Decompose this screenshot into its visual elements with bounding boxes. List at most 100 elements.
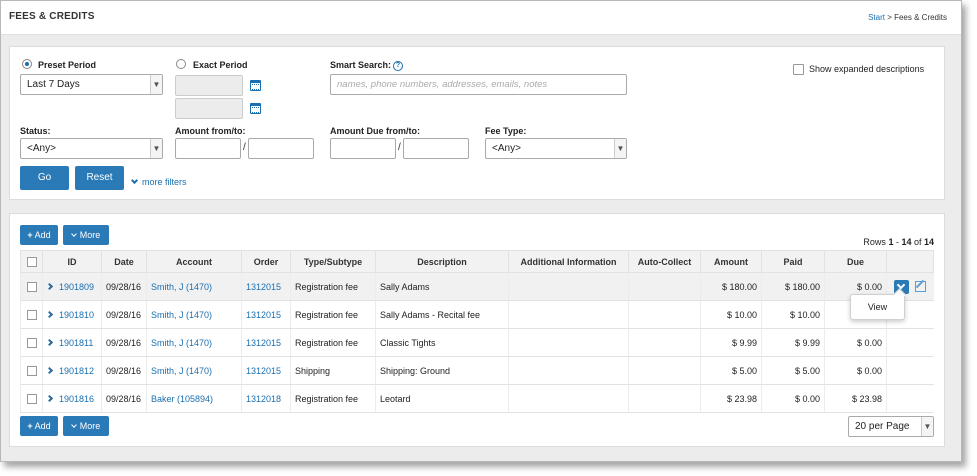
row-amount: $ 23.98	[700, 384, 762, 413]
row-type: Registration fee	[290, 300, 376, 329]
preset-period-radio[interactable]	[22, 59, 32, 69]
row-order-link[interactable]: 1312015	[246, 310, 281, 320]
row-actions-cell	[886, 328, 934, 357]
amount-due-from-input[interactable]	[330, 138, 396, 159]
row-paid: $ 9.99	[761, 328, 825, 357]
exact-period-end-input[interactable]	[175, 98, 243, 119]
row-order-link[interactable]: 1312015	[246, 366, 281, 376]
add-button-bottom[interactable]: + Add	[20, 416, 58, 436]
row-account-link[interactable]: Smith, J (1470)	[151, 282, 212, 292]
table-row[interactable]: 1901811 09/28/16 Smith, J (1470) 1312015…	[20, 328, 934, 357]
table-row[interactable]: 1901809 09/28/16 Smith, J (1470) 1312015…	[20, 272, 934, 301]
reset-button[interactable]: Reset	[75, 166, 124, 190]
exact-period-start-input[interactable]	[175, 75, 243, 96]
preset-period-select[interactable]: Last 7 Days ▼	[20, 74, 163, 95]
chevron-right-icon[interactable]	[45, 338, 54, 346]
table-row[interactable]: 1901810 09/28/16 Smith, J (1470) 1312015…	[20, 300, 934, 329]
chevron-right-icon[interactable]	[45, 366, 54, 374]
row-id-link[interactable]: 1901811	[59, 338, 93, 348]
header-description[interactable]: Description	[375, 250, 509, 273]
row-checkbox[interactable]	[26, 309, 37, 320]
chevron-down-icon: ▼	[150, 75, 162, 94]
table-row[interactable]: 1901816 09/28/16 Baker (105894) 1312018 …	[20, 384, 934, 413]
row-additional	[508, 300, 629, 329]
header-account[interactable]: Account	[146, 250, 242, 273]
header-amount[interactable]: Amount	[700, 250, 762, 273]
app-window: FEES & CREDITS Start > Fees & Credits Pr…	[0, 0, 962, 462]
rows-prefix: Rows	[863, 237, 889, 247]
smart-search-label-text: Smart Search:	[330, 60, 392, 70]
rows-of: of	[911, 237, 924, 247]
row-order-link[interactable]: 1312015	[246, 338, 281, 348]
show-expanded-checkbox[interactable]	[793, 64, 804, 75]
table-row[interactable]: 1901812 09/28/16 Smith, J (1470) 1312015…	[20, 356, 934, 385]
row-actions-cell	[886, 384, 934, 413]
row-id-link[interactable]: 1901812	[59, 366, 94, 376]
header-due[interactable]: Due	[824, 250, 887, 273]
header-type[interactable]: Type/Subtype	[290, 250, 376, 273]
add-button-label: Add	[34, 230, 51, 240]
more-button-bottom[interactable]: More	[63, 416, 109, 436]
breadcrumb-start-link[interactable]: Start	[868, 13, 885, 22]
amount-from-input[interactable]	[175, 138, 241, 159]
chevron-right-icon[interactable]	[45, 310, 54, 318]
per-page-select[interactable]: 20 per Page ▼	[848, 416, 934, 437]
row-date: 09/28/16	[101, 328, 147, 357]
row-id-link[interactable]: 1901810	[59, 310, 94, 320]
per-page-value: 20 per Page	[855, 421, 910, 432]
amount-to-input[interactable]	[248, 138, 314, 159]
chevron-right-icon[interactable]	[45, 282, 54, 290]
row-account-link[interactable]: Smith, J (1470)	[151, 338, 212, 348]
header-paid[interactable]: Paid	[761, 250, 825, 273]
row-auto-collect	[628, 384, 701, 413]
filter-panel: Preset Period Last 7 Days ▼ Exact Period…	[9, 46, 945, 200]
row-amount: $ 180.00	[700, 272, 762, 301]
go-button[interactable]: Go	[20, 166, 69, 190]
edit-icon[interactable]	[915, 281, 927, 292]
calendar-icon[interactable]	[250, 103, 261, 114]
row-checkbox[interactable]	[26, 337, 37, 348]
smart-search-placeholder: names, phone numbers, addresses, emails,…	[337, 79, 548, 90]
header-id[interactable]: ID	[42, 250, 102, 273]
row-account-link[interactable]: Smith, J (1470)	[151, 310, 212, 320]
row-id-link[interactable]: 1901809	[59, 282, 94, 292]
amount-due-label: Amount Due from/to:	[330, 126, 420, 136]
add-button-top[interactable]: + Add	[20, 225, 58, 245]
row-checkbox[interactable]	[26, 393, 37, 404]
header-additional[interactable]: Additional Information	[508, 250, 629, 273]
more-button-top[interactable]: More	[63, 225, 109, 245]
header-auto-collect[interactable]: Auto-Collect	[628, 250, 701, 273]
row-description: Sally Adams	[375, 272, 509, 301]
exact-period-radio[interactable]	[176, 59, 186, 69]
amount-due-separator: /	[398, 142, 401, 153]
chevron-right-icon[interactable]	[45, 394, 54, 402]
page-title: FEES & CREDITS	[9, 11, 95, 22]
more-filters-label: more filters	[142, 177, 187, 187]
more-filters-link[interactable]: more filters	[130, 176, 187, 187]
status-value: <Any>	[27, 143, 56, 154]
row-description: Leotard	[375, 384, 509, 413]
select-all-checkbox[interactable]	[26, 256, 37, 267]
row-order-link[interactable]: 1312015	[246, 282, 281, 292]
row-date: 09/28/16	[101, 356, 147, 385]
smart-search-input[interactable]: names, phone numbers, addresses, emails,…	[330, 74, 627, 95]
view-menu-item[interactable]: View	[868, 302, 887, 312]
header-date[interactable]: Date	[101, 250, 147, 273]
help-icon[interactable]: ?	[393, 61, 404, 71]
calendar-icon[interactable]	[250, 80, 261, 91]
amount-label: Amount from/to:	[175, 126, 246, 136]
fee-type-select[interactable]: <Any> ▼	[485, 138, 627, 159]
more-button-label: More	[79, 230, 101, 240]
row-date: 09/28/16	[101, 300, 147, 329]
amount-due-to-input[interactable]	[403, 138, 469, 159]
row-account-link[interactable]: Baker (105894)	[151, 394, 213, 404]
row-checkbox[interactable]	[26, 365, 37, 376]
row-description: Shipping: Ground	[375, 356, 509, 385]
row-checkbox[interactable]	[26, 281, 37, 292]
chevron-down-icon: ▼	[150, 139, 162, 158]
row-id-link[interactable]: 1901816	[59, 394, 94, 404]
status-select[interactable]: <Any> ▼	[20, 138, 163, 159]
row-account-link[interactable]: Smith, J (1470)	[151, 366, 212, 376]
row-order-link[interactable]: 1312018	[246, 394, 281, 404]
header-order[interactable]: Order	[241, 250, 291, 273]
